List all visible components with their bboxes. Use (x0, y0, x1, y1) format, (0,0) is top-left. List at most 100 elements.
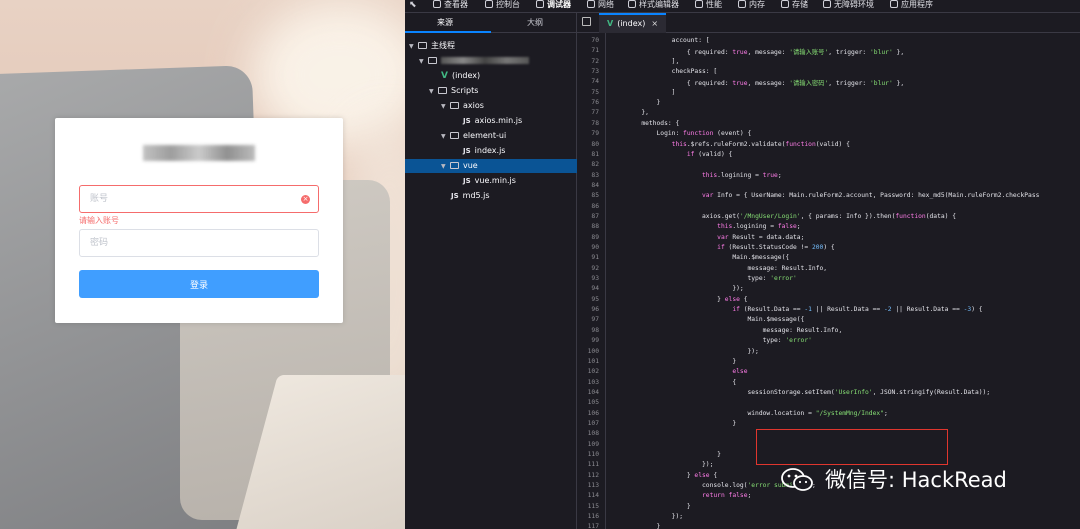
tree-item-index-js[interactable]: JS index.js (405, 144, 577, 158)
line-number[interactable]: 94 (577, 285, 599, 292)
line-number[interactable]: 110 (577, 451, 599, 458)
watermark: 微信号: HackRead (780, 462, 1060, 498)
line-number[interactable]: 108 (577, 430, 599, 437)
line-number[interactable]: 77 (577, 109, 599, 116)
line-number[interactable]: 99 (577, 337, 599, 344)
tree-item-main-thread[interactable]: ▼ 主线程 (405, 39, 577, 53)
line-number[interactable]: 114 (577, 492, 599, 499)
line-number[interactable]: 76 (577, 99, 599, 106)
storage-icon (781, 0, 789, 8)
line-number[interactable]: 95 (577, 296, 599, 303)
line-number[interactable]: 78 (577, 120, 599, 127)
network-icon (587, 0, 595, 8)
line-number[interactable]: 113 (577, 482, 599, 489)
line-number[interactable]: 97 (577, 316, 599, 323)
account-input[interactable]: 账号 × (79, 185, 319, 213)
line-number[interactable]: 112 (577, 472, 599, 479)
tab-sources[interactable]: 来源 (437, 17, 453, 28)
line-number[interactable]: 107 (577, 420, 599, 427)
code-area[interactable]: 70 account: [71 { required: true, messag… (577, 33, 1080, 529)
toolbar-accessibility[interactable]: 无障碍环境 (823, 0, 874, 12)
editor-tab-index[interactable]: V (index) × (599, 13, 667, 33)
toolbar-console[interactable]: 控制台 (485, 0, 520, 12)
line-number[interactable]: 96 (577, 306, 599, 313)
toolbar-storage[interactable]: 存储 (781, 0, 808, 12)
line-number[interactable]: 117 (577, 523, 599, 529)
line-number[interactable]: 83 (577, 172, 599, 179)
line-number[interactable]: 81 (577, 151, 599, 158)
line-number[interactable]: 116 (577, 513, 599, 520)
toolbar-network[interactable]: 网络 (587, 0, 614, 12)
line-number[interactable]: 88 (577, 223, 599, 230)
line-number[interactable]: 75 (577, 89, 599, 96)
line-number[interactable]: 71 (577, 47, 599, 54)
sidebar-toggle-icon[interactable] (582, 17, 591, 26)
chevron-down-icon: ▼ (441, 163, 446, 170)
toolbar-inspector[interactable]: 查看器 (433, 0, 468, 12)
tree-item-host[interactable]: ▼ (405, 54, 577, 68)
line-number[interactable]: 82 (577, 161, 599, 168)
code-line: }); (611, 461, 714, 469)
line-number[interactable]: 101 (577, 358, 599, 365)
line-number[interactable]: 106 (577, 410, 599, 417)
code-line: message: Result.Info, (611, 326, 843, 334)
toolbar-debugger[interactable]: 调试器 (536, 0, 571, 12)
line-number[interactable]: 85 (577, 192, 599, 199)
code-line: axios.get('/MngUser/Login', { params: In… (611, 212, 957, 220)
password-input[interactable]: 密码 (79, 229, 319, 257)
tree-item-element-ui[interactable]: ▼ element-ui (405, 129, 577, 143)
tree-item-scripts[interactable]: ▼ Scripts (405, 84, 577, 98)
toolbar-style-editor[interactable]: 样式编辑器 (628, 0, 679, 12)
line-number[interactable]: 86 (577, 203, 599, 210)
tree-item-vue[interactable]: ▼ vue (405, 159, 577, 173)
line-number[interactable]: 115 (577, 503, 599, 510)
code-line: Main.$message({ (611, 254, 790, 262)
tree-item-index[interactable]: V (index) (405, 69, 577, 83)
folder-icon (450, 132, 459, 139)
line-number[interactable]: 102 (577, 368, 599, 375)
toolbar-performance[interactable]: 性能 (695, 0, 722, 12)
line-number[interactable]: 72 (577, 58, 599, 65)
code-line: } (611, 502, 691, 510)
toolbar-application[interactable]: 应用程序 (890, 0, 933, 12)
highlight-box (756, 429, 948, 465)
line-number[interactable]: 105 (577, 399, 599, 406)
folder-icon (438, 87, 447, 94)
line-number[interactable]: 92 (577, 265, 599, 272)
code-line: type: 'error' (611, 275, 797, 283)
account-placeholder: 账号 (90, 194, 109, 204)
globe-icon (428, 57, 437, 64)
code-line: { required: true, message: '请输入账号', trig… (611, 49, 905, 57)
line-number[interactable]: 80 (577, 141, 599, 148)
line-number[interactable]: 79 (577, 130, 599, 137)
line-number[interactable]: 90 (577, 244, 599, 251)
line-number[interactable]: 103 (577, 379, 599, 386)
line-number[interactable]: 91 (577, 254, 599, 261)
line-number[interactable]: 73 (577, 68, 599, 75)
inspector-icon (433, 0, 441, 8)
line-number[interactable]: 100 (577, 348, 599, 355)
element-picker-icon[interactable]: ⬉ (409, 0, 417, 10)
line-number[interactable]: 70 (577, 37, 599, 44)
toolbar-memory[interactable]: 内存 (738, 0, 765, 12)
login-button[interactable]: 登录 (79, 270, 319, 298)
line-number[interactable]: 98 (577, 327, 599, 334)
line-number[interactable]: 84 (577, 182, 599, 189)
line-number[interactable]: 89 (577, 234, 599, 241)
tree-item-vue-min-js[interactable]: JS vue.min.js (405, 174, 577, 188)
line-number[interactable]: 87 (577, 213, 599, 220)
line-number[interactable]: 93 (577, 275, 599, 282)
line-number[interactable]: 109 (577, 441, 599, 448)
close-icon[interactable]: × (651, 19, 658, 28)
code-line: this.$refs.ruleForm2.validate(function(v… (671, 140, 850, 148)
line-number[interactable]: 74 (577, 78, 599, 85)
tree-item-md5-js[interactable]: JS md5.js (405, 189, 577, 203)
performance-icon (695, 0, 703, 8)
line-number[interactable]: 111 (577, 461, 599, 468)
circle-close-icon[interactable]: × (301, 195, 310, 204)
tab-outline[interactable]: 大纲 (527, 17, 543, 28)
login-page: 账号 × 请输入账号 密码 登录 (0, 0, 405, 529)
line-number[interactable]: 104 (577, 389, 599, 396)
tree-item-axios[interactable]: ▼ axios (405, 99, 577, 113)
tree-item-axios-min-js[interactable]: JS axios.min.js (405, 114, 577, 128)
